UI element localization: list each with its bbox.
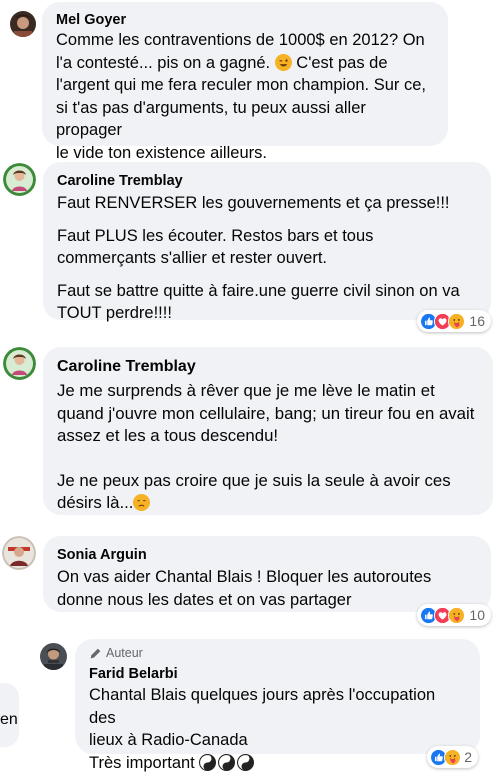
comment-bubble: Sonia Arguin On vas aider Chantal Blais … — [43, 536, 491, 612]
yin-yang-emoji — [218, 754, 235, 771]
comment-author[interactable]: Caroline Tremblay — [57, 357, 479, 377]
comment-bubble: Auteur Farid Belarbi Chantal Blais quelq… — [75, 639, 480, 772]
avatar[interactable] — [10, 11, 36, 37]
avatar[interactable] — [3, 163, 36, 196]
comment-author[interactable]: Sonia Arguin — [57, 546, 477, 564]
care-icon — [448, 605, 466, 625]
yin-yang-emoji — [237, 754, 254, 771]
reaction-summary[interactable]: 16 — [417, 310, 491, 332]
comment-bubble: Mel Goyer Comme les contraventions de 10… — [42, 2, 448, 162]
reaction-count: 2 — [464, 749, 472, 765]
comment-text: Je me surprends à rêver que je me lève l… — [57, 381, 475, 512]
care-icon — [448, 311, 466, 331]
comment-author[interactable]: Farid Belarbi — [89, 665, 466, 683]
comment-author[interactable]: Caroline Tremblay — [57, 172, 477, 190]
reaction-summary[interactable]: 2 — [427, 746, 478, 768]
reaction-count: 10 — [469, 607, 485, 623]
reaction-summary[interactable]: 10 — [417, 604, 491, 626]
reaction-count: 16 — [469, 313, 485, 329]
avatar[interactable] — [40, 643, 67, 670]
sad-emoji — [133, 494, 150, 511]
comment-bubble: Caroline Tremblay Je me surprends à rêve… — [43, 347, 493, 515]
partial-comment-text: en — [0, 711, 18, 728]
wink-emoji — [275, 54, 292, 71]
comment-text: Comme les contraventions de 1000$ en 201… — [56, 31, 426, 162]
comment-text: Faut RENVERSER les gouvernements et ça p… — [57, 194, 460, 322]
comment-text: Chantal Blais quelques jours après l'occ… — [89, 686, 436, 772]
avatar[interactable] — [3, 347, 36, 380]
partial-comment-bubble: en — [0, 683, 19, 747]
haha-icon — [444, 747, 462, 767]
comment-bubble: Caroline Tremblay Faut RENVERSER les gou… — [43, 162, 491, 322]
comment-author[interactable]: Mel Goyer — [56, 11, 434, 29]
author-badge: Auteur — [89, 646, 466, 660]
avatar[interactable] — [2, 536, 36, 570]
yin-yang-emoji — [199, 754, 216, 771]
pencil-icon — [90, 647, 102, 658]
comment-text: On vas aider Chantal Blais ! Bloquer les… — [57, 568, 432, 609]
